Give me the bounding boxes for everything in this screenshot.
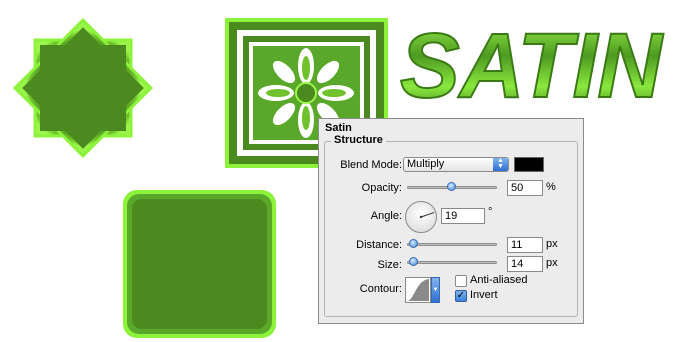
size-slider-knob[interactable] [409, 257, 418, 266]
invert-checkbox[interactable]: ✓ [455, 290, 467, 302]
contour-label: Contour: [359, 283, 402, 295]
contour-preview[interactable] [405, 277, 431, 303]
opacity-slider-knob[interactable] [447, 182, 456, 191]
invert-label: Invert [470, 289, 498, 301]
rounded-square-shape [123, 190, 276, 338]
angle-unit: ° [488, 206, 493, 218]
size-label: Size: [377, 259, 402, 271]
angle-input[interactable]: 19 [441, 208, 485, 224]
checkmark-icon: ✓ [456, 290, 466, 301]
blend-mode-value: Multiply [407, 158, 445, 170]
anti-aliased-label: Anti-aliased [470, 274, 528, 286]
structure-group-title: Structure [331, 134, 386, 146]
size-input[interactable]: 14 [507, 256, 543, 272]
chevron-down-icon: ▼ [432, 287, 439, 293]
chevron-updown-icon: ▲ ▼ [493, 157, 508, 171]
satin-dialog: Satin Structure Blend Mode: Multiply ▲ ▼ … [318, 118, 584, 324]
blend-mode-select[interactable]: Multiply ▲ ▼ [403, 157, 509, 172]
opacity-label: Opacity: [361, 182, 402, 194]
contour-dropdown-button[interactable]: ▼ [431, 277, 440, 303]
anti-aliased-checkbox[interactable] [455, 275, 467, 287]
distance-slider[interactable] [407, 243, 497, 246]
opacity-input[interactable]: 50 [507, 180, 543, 196]
star-shape [12, 17, 154, 159]
angle-label: Angle: [370, 210, 402, 222]
satin-text: SATIN [400, 15, 664, 117]
blend-color-swatch[interactable] [514, 157, 544, 172]
distance-slider-knob[interactable] [409, 239, 418, 248]
distance-input[interactable]: 11 [507, 237, 543, 253]
size-unit: px [546, 257, 558, 269]
distance-label: Distance: [356, 239, 402, 251]
angle-dial[interactable] [405, 201, 437, 233]
dialog-title: Satin [325, 122, 352, 134]
size-slider[interactable] [407, 261, 497, 264]
opacity-unit: % [546, 181, 556, 193]
blend-mode-label: Blend Mode: [340, 159, 402, 171]
distance-unit: px [546, 238, 558, 250]
